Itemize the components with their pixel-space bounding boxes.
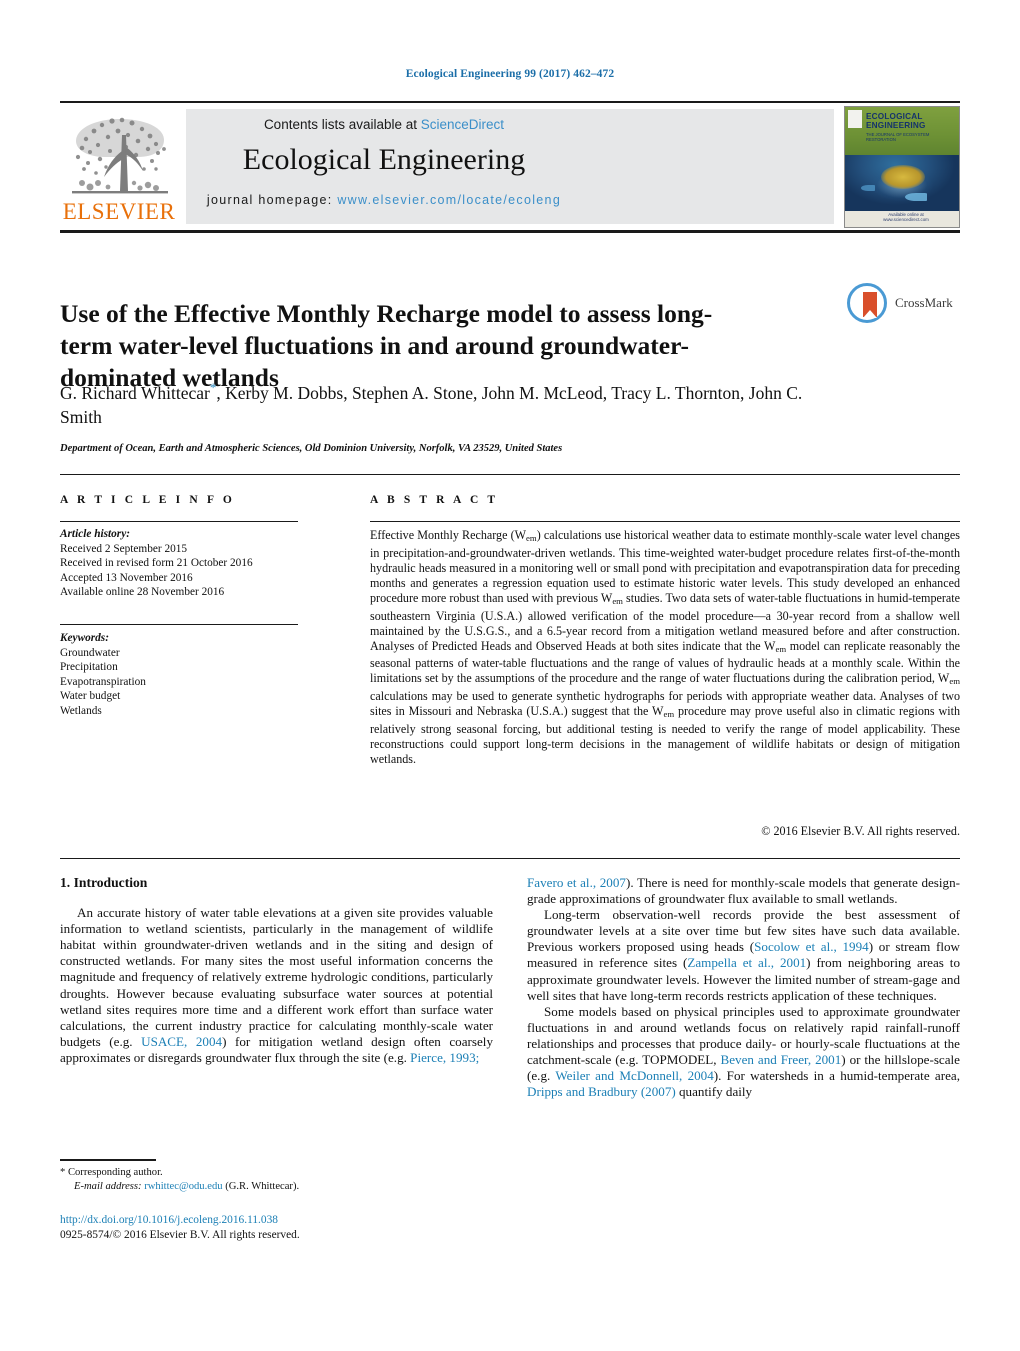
- cover-footer-text: Available online at www.sciencedirect.co…: [883, 212, 929, 222]
- doi-link[interactable]: http://dx.doi.org/10.1016/j.ecoleng.2016…: [60, 1214, 278, 1226]
- crossmark-badge[interactable]: CrossMark: [847, 283, 953, 323]
- footnote-corresponding-line: * Corresponding author.: [60, 1166, 500, 1180]
- keywords-rule: [60, 624, 298, 625]
- article-history-block: Article history: Received 2 September 20…: [60, 527, 310, 600]
- title-bottom-rule: [60, 474, 960, 475]
- keyword-item: Groundwater: [60, 646, 120, 659]
- footer-block: http://dx.doi.org/10.1016/j.ecoleng.2016…: [60, 1213, 500, 1242]
- author-affiliation: Department of Ocean, Earth and Atmospher…: [60, 443, 563, 454]
- cover-frog-shape: [881, 165, 925, 189]
- journal-homepage-line: journal homepage: www.elsevier.com/locat…: [60, 193, 708, 207]
- cover-journal-name: ECOLOGICAL ENGINEERING: [866, 112, 926, 131]
- crossmark-icon: [847, 283, 887, 323]
- citation-link[interactable]: Zampella et al., 2001: [687, 955, 806, 970]
- article-history-label: Article history:: [60, 528, 130, 540]
- journal-title: Ecological Engineering: [242, 143, 526, 176]
- abstract-subscript: em: [663, 709, 675, 720]
- email-owner: (G.R. Whittecar).: [225, 1180, 300, 1192]
- article-history-item: Received 2 September 2015: [60, 542, 188, 555]
- crossmark-notch-shape: [863, 310, 877, 318]
- homepage-label: journal homepage:: [206, 193, 338, 207]
- paragraph: Favero et al., 2007). There is need for …: [527, 875, 960, 907]
- paragraph: An accurate history of water table eleva…: [60, 905, 493, 1066]
- section-heading-introduction: 1. Introduction: [60, 875, 148, 890]
- paragraph-text: An accurate history of water table eleva…: [60, 905, 493, 1049]
- article-history-item: Received in revised form 21 October 2016: [60, 557, 253, 570]
- abstract-text: Effective Monthly Recharge (Wem) calcula…: [370, 528, 960, 767]
- abstract-subscript: em: [949, 676, 960, 687]
- email-link[interactable]: rwhittec@odu.edu: [144, 1181, 222, 1192]
- article-history-item: Available online 28 November 2016: [60, 586, 225, 599]
- citation-link[interactable]: USACE, 2004: [141, 1034, 222, 1049]
- author-names: G. Richard Whittecar: [60, 382, 210, 403]
- paragraph: Long-term observation-well records provi…: [527, 907, 960, 1004]
- contents-list-line: Contents lists available at ScienceDirec…: [60, 117, 708, 132]
- journal-homepage-link[interactable]: www.elsevier.com/locate/ecoleng: [337, 193, 561, 207]
- body-column-left: 1. Introduction An accurate history of w…: [60, 875, 493, 1066]
- keywords-label: Keywords:: [60, 632, 109, 644]
- issn-copyright-line: 0925-8574/© 2016 Elsevier B.V. All right…: [60, 1228, 300, 1241]
- keyword-item: Evapotranspiration: [60, 675, 146, 688]
- email-address-label: E-mail address:: [74, 1180, 142, 1192]
- paragraph-text: ). For watersheds in a humid-temperate a…: [713, 1068, 960, 1084]
- article-info-rule: [60, 521, 298, 522]
- citation-link[interactable]: Favero et al., 2007: [527, 875, 626, 890]
- citation-link[interactable]: Beven and Freer, 2001: [721, 1052, 842, 1067]
- abstract-subscript: em: [612, 595, 623, 606]
- article-info-heading: A R T I C L E I N F O: [60, 494, 235, 506]
- cover-fish-shape-2: [861, 185, 875, 191]
- abstract-rule: [370, 521, 960, 522]
- citation-link[interactable]: Dripps and Bradbury (2007): [527, 1084, 676, 1099]
- citation-link[interactable]: Weiler and McDonnell, 2004: [555, 1068, 713, 1083]
- abstract-copyright: © 2016 Elsevier B.V. All rights reserved…: [761, 824, 960, 838]
- keyword-item: Wetlands: [60, 704, 102, 717]
- contents-prefix: Contents lists available at: [263, 117, 421, 132]
- crossmark-label: CrossMark: [895, 295, 953, 310]
- paragraph-text: quantify daily: [675, 1084, 753, 1100]
- body-column-right: Favero et al., 2007). There is need for …: [527, 875, 960, 1100]
- footnote-rule: [60, 1159, 156, 1161]
- paragraph: Some models based on physical principles…: [527, 1004, 960, 1101]
- cover-artwork: [845, 155, 959, 211]
- cover-fish-shape: [905, 193, 927, 201]
- footnote-corresponding-text: Corresponding author.: [65, 1167, 163, 1178]
- masthead-bottom-rule: [60, 230, 960, 233]
- abstract-part: Effective Monthly Recharge (W: [370, 528, 527, 542]
- cover-publisher-badge: [848, 110, 862, 128]
- keyword-item: Precipitation: [60, 661, 118, 674]
- author-list: G. Richard Whittecar*, Kerby M. Dobbs, S…: [60, 376, 820, 429]
- abstract-bottom-rule: [60, 858, 960, 859]
- journal-cover-thumbnail: ECOLOGICAL ENGINEERING THE JOURNAL OF EC…: [844, 106, 960, 228]
- masthead-top-rule: [60, 101, 960, 103]
- article-history-item: Accepted 13 November 2016: [60, 571, 193, 584]
- keywords-block: Keywords: Groundwater Precipitation Evap…: [60, 631, 310, 719]
- paper-page: Ecological Engineering 99 (2017) 462–472: [0, 0, 1020, 1351]
- citation-link[interactable]: Pierce, 1993;: [410, 1050, 479, 1065]
- footnote-email-line: E-mail address: rwhittec@odu.edu (G.R. W…: [60, 1180, 500, 1194]
- keyword-item: Water budget: [60, 690, 121, 703]
- abstract-subscript: em: [526, 533, 537, 544]
- abstract-heading: A B S T R A C T: [370, 494, 499, 506]
- running-head: Ecological Engineering 99 (2017) 462–472: [405, 68, 615, 80]
- abstract-subscript: em: [775, 643, 787, 654]
- sciencedirect-link[interactable]: ScienceDirect: [421, 117, 504, 132]
- footnote-block: * Corresponding author. E-mail address: …: [60, 1166, 500, 1193]
- citation-link[interactable]: Socolow et al., 1994: [754, 939, 869, 954]
- journal-masthead: ELSEVIER Contents lists available at Sci…: [60, 105, 960, 228]
- cover-journal-subtitle: THE JOURNAL OF ECOSYSTEM RESTORATION: [866, 132, 930, 143]
